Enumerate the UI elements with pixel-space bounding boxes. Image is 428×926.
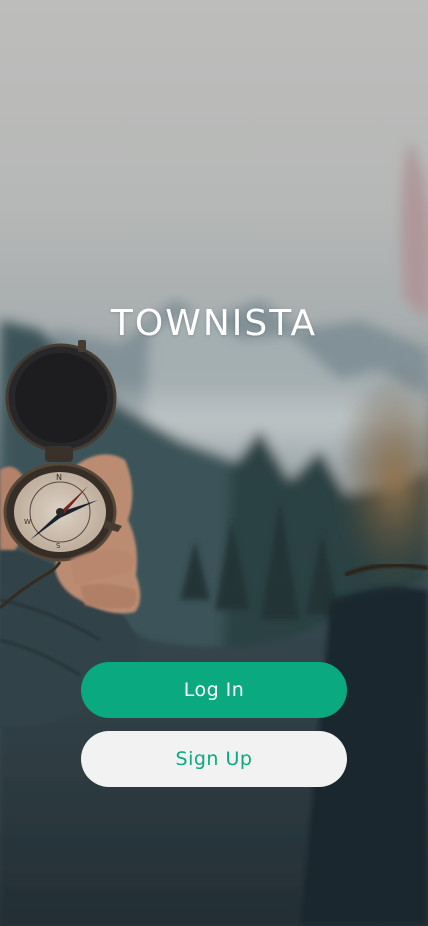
background-photo: N W S — [0, 0, 428, 926]
login-button[interactable]: Log In — [81, 662, 347, 718]
app-logo-title: TOWNISTA — [110, 303, 318, 344]
welcome-screen: N W S TOWNISTA Log In Sign Up — [0, 0, 428, 926]
signup-button[interactable]: Sign Up — [81, 731, 347, 787]
